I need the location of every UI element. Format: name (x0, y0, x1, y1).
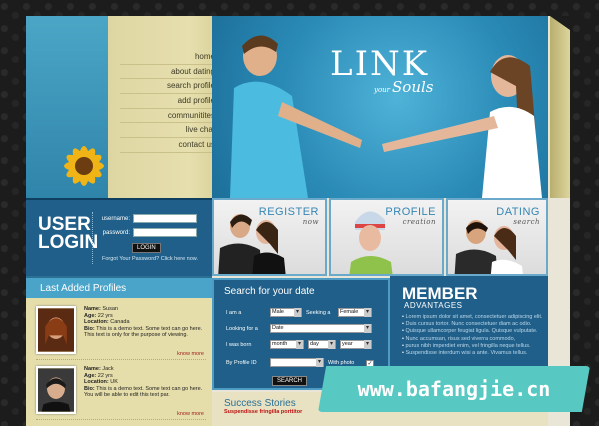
profile-bio: This is a demo text. Some text can go he… (84, 385, 203, 399)
login-button[interactable]: LOGIN (132, 243, 161, 253)
feature-profile[interactable]: PROFILE creation (329, 198, 444, 276)
profile-id-label: By Profile ID (226, 360, 257, 366)
hero-tagline-big: Souls (392, 78, 434, 96)
register-title-text: REGISTER (258, 206, 319, 218)
password-row: password: (96, 228, 197, 237)
know-more-link[interactable]: know more (177, 351, 204, 357)
nav-about-dating[interactable]: about dating (120, 65, 225, 80)
login-title-line2: LOGIN (38, 232, 99, 253)
main-navigation: home about dating search profile add pro… (108, 16, 228, 198)
profile-location: UK (110, 379, 118, 385)
bio-label: Bio: (84, 325, 95, 332)
profile-title-text: PROFILE (385, 206, 436, 218)
list-item: Duis cursus tortor. Nunc consectetuer di… (402, 321, 548, 328)
location-label: Location: (84, 379, 109, 385)
bio-label: Bio: (84, 385, 95, 392)
user-login-panel: USER LOGIN username: password: LOGIN For… (26, 198, 212, 276)
list-item: Nunc accumsan, risus sed viverra commodo… (402, 336, 548, 343)
feature-register[interactable]: REGISTER now (212, 198, 327, 276)
profile-info: Name: Susan Age: 22 yrs Location: Canada… (84, 306, 204, 339)
dating-title-text: DATING (496, 206, 540, 218)
nav-contact-us[interactable]: contact us (120, 138, 225, 153)
profile-age: 22 yrs (97, 312, 113, 319)
birth-month-select[interactable]: month (270, 340, 304, 349)
profile-card: Name: Susan Age: 22 yrs Location: Canada… (36, 304, 206, 360)
forgot-password-link[interactable]: Forgot Your Password? Click here now. (102, 256, 198, 262)
profiles-title: Last Added Profiles (26, 276, 212, 298)
profile-sub-text: creation (402, 218, 436, 226)
login-title: USER LOGIN (38, 215, 99, 253)
nav-home[interactable]: home (120, 50, 225, 65)
feature-dating[interactable]: DATING search (446, 198, 548, 276)
list-item: Lorem ipsum dolor sit amet, consectetuer… (402, 314, 548, 321)
know-more-link[interactable]: know more (177, 411, 204, 417)
page-curl-decoration (550, 16, 570, 198)
nav-add-profile[interactable]: add profile (120, 94, 225, 109)
seeking-select[interactable]: Female (338, 308, 372, 317)
with-photo-label: With photo (328, 360, 355, 366)
hero-tagline-small: your (374, 86, 391, 94)
born-label: I was born (226, 342, 252, 348)
age-label: Age: (84, 312, 97, 319)
sunflower-image (64, 146, 104, 186)
gender-select[interactable]: Male (270, 308, 302, 317)
hero-banner: LINK your Souls (212, 16, 548, 198)
profile-title: PROFILE creation (385, 206, 436, 226)
nav-live-chat[interactable]: live chat (120, 123, 225, 139)
profile-name: Susan (102, 306, 118, 312)
search-button[interactable]: SEARCH (272, 376, 308, 386)
username-label: username: (101, 216, 130, 223)
search-title: Search for your date (224, 286, 315, 297)
dating-sub-text: search (513, 218, 540, 226)
looking-for-select[interactable]: Date (270, 324, 372, 333)
list-item: Suspendisse interdum wisi a ante. Vivamu… (402, 350, 548, 357)
name-label: Name: (84, 366, 101, 372)
watermark-banner: www.bafangjie.cn (318, 366, 590, 412)
dating-title: DATING search (496, 206, 540, 226)
location-label: Location: (84, 319, 109, 325)
password-label: password: (102, 230, 130, 237)
last-added-profiles: Last Added Profiles Name: Susan Age: 22 … (26, 276, 212, 426)
profile-bio: This is a demo text. Some text can go he… (84, 325, 203, 339)
name-label: Name: (84, 306, 101, 312)
profile-id-input[interactable] (270, 358, 324, 367)
list-item: Quisque ullamcorper feugiat ligula. Quis… (402, 328, 548, 335)
looking-for-label: Looking for a (226, 326, 258, 332)
profile-photo-susan[interactable] (36, 306, 76, 354)
list-item: purus nibh imperdiet enim, vel fringilla… (402, 343, 548, 350)
member-title: MEMBER (402, 284, 478, 303)
profile-location: Canada (110, 319, 130, 325)
username-input[interactable] (133, 214, 197, 223)
nav-communities[interactable]: communitites (120, 109, 225, 124)
register-sub-text: now (302, 218, 319, 226)
header-left-panel (26, 16, 108, 198)
profile-card: Name: Jack Age: 22 yrs Location: UK Bio:… (36, 364, 206, 420)
register-title: REGISTER now (259, 206, 319, 226)
password-input[interactable] (133, 228, 197, 237)
profile-name: Jack (102, 366, 114, 372)
i-am-label: I am a (226, 310, 242, 316)
profile-info: Name: Jack Age: 22 yrs Location: UK Bio:… (84, 366, 204, 399)
profile-age: 22 yrs (97, 372, 113, 379)
profile-photo-jack[interactable] (36, 366, 76, 414)
nav-search-profile[interactable]: search profile (120, 79, 225, 95)
username-row: username: (96, 214, 197, 223)
member-advantages-list: Lorem ipsum dolor sit amet, consectetuer… (390, 310, 548, 357)
login-divider (92, 212, 93, 264)
birth-day-select[interactable]: day (308, 340, 336, 349)
age-label: Age: (84, 372, 97, 379)
hero-tagline: your Souls (374, 78, 434, 96)
website-page: home about dating search profile add pro… (26, 16, 570, 426)
seeking-label: Seeking a (306, 310, 331, 316)
birth-year-select[interactable]: year (340, 340, 372, 349)
